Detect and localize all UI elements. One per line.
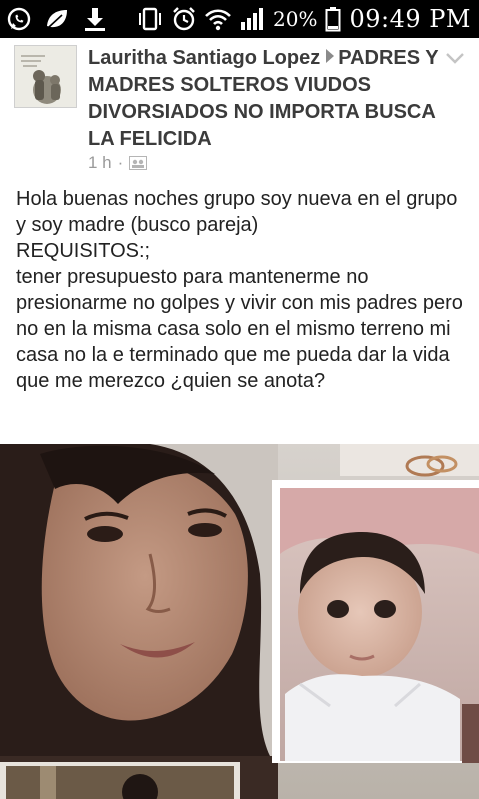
author-name[interactable]: Lauritha Santiago Lopez bbox=[88, 47, 320, 69]
group-icon bbox=[129, 156, 148, 170]
notification-icons bbox=[6, 5, 108, 33]
post-text-line: tener presupuesto para mantenerme no pre… bbox=[16, 266, 463, 392]
meta-separator: · bbox=[117, 153, 124, 172]
post-text-line: REQUISITOS:; bbox=[16, 240, 151, 262]
post-meta: 1 h · bbox=[88, 152, 148, 174]
author-avatar[interactable] bbox=[14, 45, 77, 108]
whatsapp-icon bbox=[7, 7, 31, 31]
post-title: Lauritha Santiago Lopez PADRES Y MADRES S… bbox=[88, 45, 440, 153]
clock: 09:49 PM bbox=[349, 5, 471, 33]
signal-icon bbox=[241, 8, 264, 30]
wifi-icon bbox=[205, 9, 231, 31]
system-icons: 20% 09:49 PM bbox=[137, 3, 471, 35]
post-timestamp[interactable]: 1 h bbox=[88, 153, 112, 173]
chevron-down-icon[interactable] bbox=[444, 50, 466, 66]
post-body: Hola buenas noches grupo soy nueva en el… bbox=[16, 186, 466, 394]
alarm-icon bbox=[173, 7, 195, 31]
status-bar: 20% 09:49 PM bbox=[0, 0, 479, 38]
post-photo[interactable] bbox=[0, 444, 479, 799]
vibrate-icon bbox=[139, 7, 162, 31]
leaf-icon bbox=[47, 10, 67, 28]
download-icon bbox=[85, 8, 105, 31]
post-text-line: Hola buenas noches grupo soy nueva en el… bbox=[16, 188, 458, 236]
arrow-right-icon bbox=[326, 49, 335, 63]
battery-icon bbox=[325, 7, 341, 32]
battery-percent: 20% bbox=[273, 7, 318, 31]
